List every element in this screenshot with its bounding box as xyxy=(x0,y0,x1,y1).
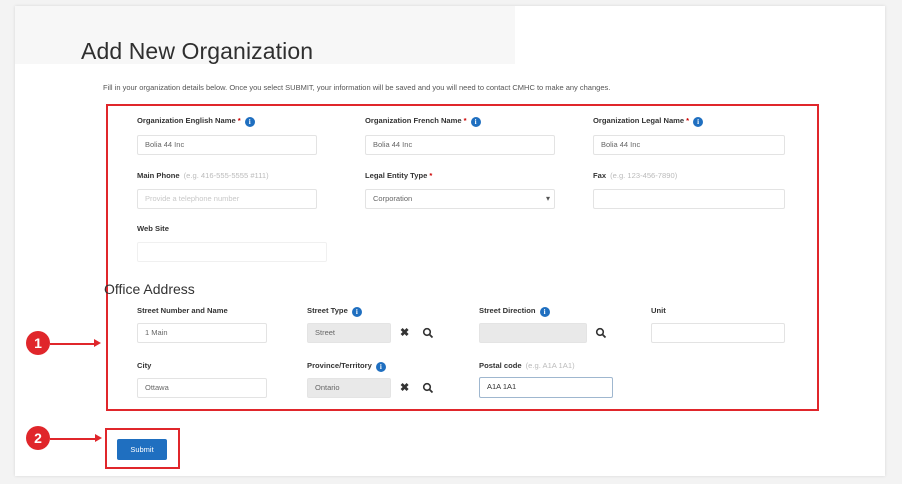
province-input[interactable]: Ontario xyxy=(307,378,391,398)
street-direction-label: Street Direction i xyxy=(479,306,550,317)
close-icon[interactable]: ✖ xyxy=(400,326,409,339)
legal-name-label: Organization Legal Name * i xyxy=(593,116,704,127)
callout-marker-2: 2 xyxy=(26,426,50,450)
callout-arrowhead-2 xyxy=(95,434,102,442)
unit-label: Unit xyxy=(651,306,666,315)
chevron-down-icon[interactable]: ▾ xyxy=(546,194,550,203)
street-type-label: Street Type i xyxy=(307,306,362,317)
postal-code-input[interactable]: A1A 1A1 xyxy=(479,377,613,398)
callout-arrow-2 xyxy=(50,438,95,440)
main-phone-label: Main Phone (e.g. 416-555-5555 #111) xyxy=(137,171,269,180)
city-input[interactable]: Ottawa xyxy=(137,378,267,398)
search-icon[interactable] xyxy=(422,382,434,394)
unit-input[interactable] xyxy=(651,323,785,343)
french-name-input[interactable]: Bolia 44 Inc xyxy=(365,135,555,155)
legal-name-input[interactable]: Bolia 44 Inc xyxy=(593,135,785,155)
street-label: Street Number and Name xyxy=(137,306,228,315)
fax-input[interactable] xyxy=(593,189,785,209)
info-icon[interactable]: i xyxy=(351,307,362,317)
province-label: Province/Territory i xyxy=(307,361,386,372)
legal-entity-select[interactable]: Corporation xyxy=(365,189,555,209)
street-input[interactable]: 1 Main xyxy=(137,323,267,343)
street-type-input[interactable]: Street xyxy=(307,323,391,343)
city-label: City xyxy=(137,361,152,370)
fax-label: Fax (e.g. 123-456-7890) xyxy=(593,171,678,180)
search-icon[interactable] xyxy=(422,327,434,339)
website-input[interactable] xyxy=(137,242,327,262)
website-label: Web Site xyxy=(137,224,169,233)
info-icon[interactable]: i xyxy=(470,117,481,127)
page-title: Add New Organization xyxy=(81,38,314,64)
office-address-heading: Office Address xyxy=(104,281,195,297)
main-phone-input[interactable]: Provide a telephone number xyxy=(137,189,317,209)
legal-entity-label: Legal Entity Type * xyxy=(365,171,433,180)
street-direction-input[interactable] xyxy=(479,323,587,343)
english-name-input[interactable]: Bolia 44 Inc xyxy=(137,135,317,155)
french-name-label: Organization French Name * i xyxy=(365,116,481,127)
close-icon[interactable]: ✖ xyxy=(400,381,409,394)
callout-marker-1: 1 xyxy=(26,331,50,355)
callout-arrow-1 xyxy=(50,343,94,345)
intro-text: Fill in your organization details below.… xyxy=(103,83,611,92)
search-icon[interactable] xyxy=(595,327,607,339)
info-icon[interactable]: i xyxy=(539,307,550,317)
submit-button[interactable]: Submit xyxy=(117,439,167,460)
english-name-label: Organization English Name * i xyxy=(137,116,255,127)
info-icon[interactable]: i xyxy=(693,117,704,127)
callout-arrowhead-1 xyxy=(94,339,101,347)
info-icon[interactable]: i xyxy=(244,117,255,127)
postal-code-label: Postal code (e.g. A1A 1A1) xyxy=(479,361,575,370)
info-icon[interactable]: i xyxy=(375,362,386,372)
